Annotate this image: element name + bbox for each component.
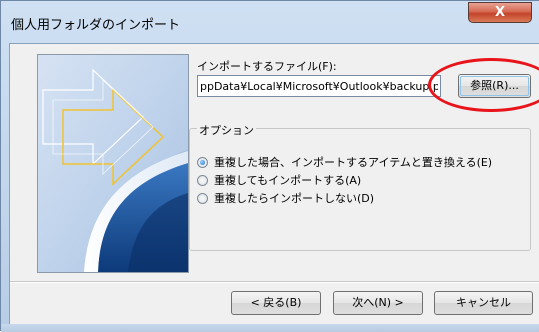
radio-replace[interactable] bbox=[197, 156, 208, 168]
title-bar: 個人用フォルダのインポート X bbox=[1, 1, 539, 43]
import-file-label: インポートするファイル(F): bbox=[197, 60, 337, 73]
button-separator bbox=[10, 281, 539, 283]
option-replace-label: 重複した場合、インポートするアイテムと置き換える(E) bbox=[214, 156, 493, 169]
options-legend: オプション bbox=[197, 122, 256, 138]
wizard-illustration bbox=[37, 54, 189, 273]
close-icon: X bbox=[494, 5, 506, 20]
radio-skip[interactable] bbox=[197, 192, 208, 204]
next-button[interactable]: 次へ(N) > bbox=[333, 291, 423, 315]
radio-allow[interactable] bbox=[197, 174, 208, 186]
highlight-circle-annotation bbox=[428, 58, 539, 112]
option-skip-label: 重複したらインポートしない(D) bbox=[214, 192, 375, 205]
window-title: 個人用フォルダのインポート bbox=[11, 18, 181, 33]
close-button[interactable]: X bbox=[468, 2, 532, 23]
import-file-path-input[interactable] bbox=[197, 75, 441, 97]
option-allow-label: 重複してもインポートする(A) bbox=[214, 174, 362, 187]
option-replace-duplicates[interactable]: 重複した場合、インポートするアイテムと置き換える(E) bbox=[197, 154, 492, 170]
option-allow-duplicates[interactable]: 重複してもインポートする(A) bbox=[197, 172, 361, 188]
back-button[interactable]: < 戻る(B) bbox=[231, 291, 321, 315]
dialog-client-area: インポートするファイル(F): 参照(R)... オプション 重複した場合、イン… bbox=[9, 43, 539, 324]
wizard-art-icon bbox=[38, 55, 188, 272]
cancel-button[interactable]: キャンセル bbox=[434, 291, 533, 315]
import-dialog-window: 個人用フォルダのインポート X インポートするファイル(F): ppData¥L… bbox=[0, 0, 539, 332]
option-skip-duplicates[interactable]: 重複したらインポートしない(D) bbox=[197, 190, 374, 206]
